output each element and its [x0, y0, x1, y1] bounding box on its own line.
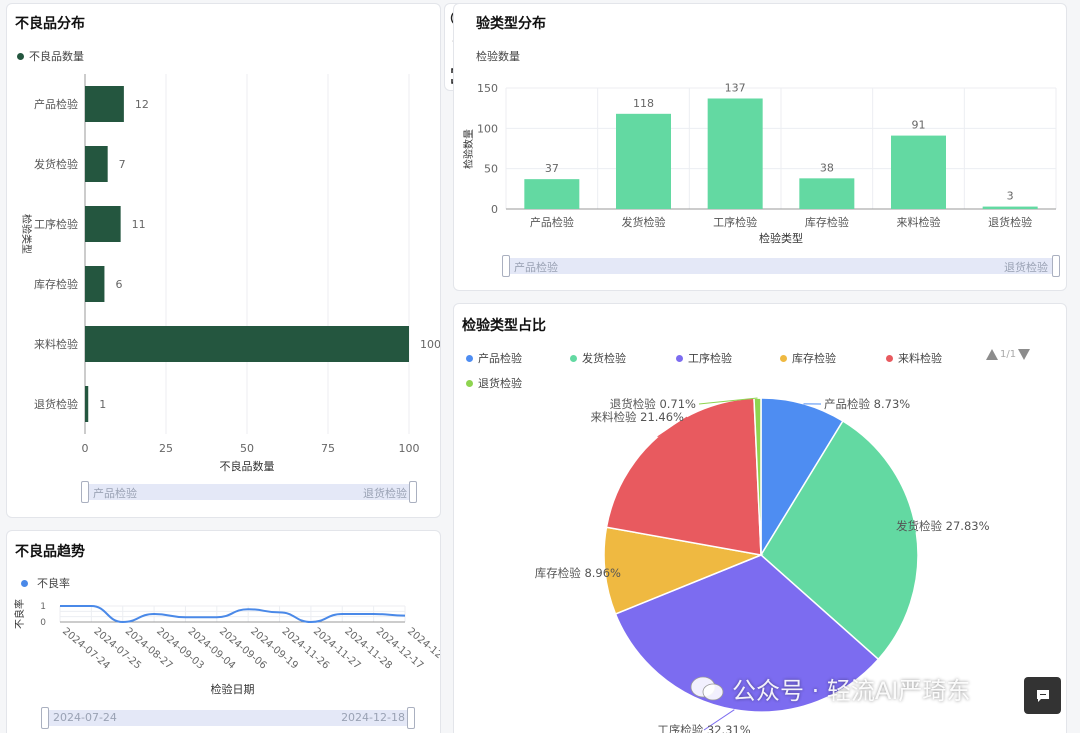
bar-value-label: 37: [545, 162, 559, 175]
y-axis-title: 检验类型: [20, 214, 33, 254]
trend-line-chart: 012024-07-242024-07-252024-08-272024-09-…: [13, 599, 440, 696]
y-tick-label: 50: [484, 163, 498, 176]
slider-handle-start[interactable]: [41, 707, 49, 729]
pie-slice-label: 退货检验 0.71%: [610, 397, 696, 411]
bar-value-label: 6: [115, 278, 122, 291]
bar-value-label: 3: [1007, 190, 1014, 203]
pie-slice-label: 发货检验 27.83%: [896, 519, 990, 533]
y-tick-label: 发货检验: [34, 157, 78, 171]
defect-bar[interactable]: [85, 146, 108, 182]
chat-icon: [1036, 689, 1049, 702]
defect-bar[interactable]: [85, 266, 105, 302]
y-tick-label: 来料检验: [34, 337, 78, 351]
x-tick-label: 工序检验: [713, 215, 757, 229]
slider-handle-start[interactable]: [81, 481, 89, 503]
defect-bar[interactable]: [85, 206, 121, 242]
bar-value-label: 118: [633, 97, 654, 110]
slider-handle-end[interactable]: [407, 707, 415, 729]
y-axis-title: 不良率: [13, 599, 26, 629]
bar-value-label: 11: [132, 218, 146, 231]
y-tick-label: 0: [40, 618, 46, 628]
type-bar-chart: 0 50 100 150 37 产品检验 118 发货检验 137 工序检验 38 库存检验 91 来料检…: [462, 81, 1057, 245]
y-axis-title: 检验数量: [462, 129, 475, 169]
x-tick-label: 来料检验: [897, 215, 941, 229]
y-tick-label: 产品检验: [34, 97, 78, 111]
x-tick-label: 25: [159, 442, 173, 455]
x-tick-label: 库存检验: [805, 215, 849, 229]
trend-line[interactable]: [59, 605, 406, 624]
slider-end-label: 2024-12-18: [341, 711, 405, 724]
y-tick-label: 退货检验: [34, 397, 78, 411]
y-tick-label: 1: [40, 602, 46, 612]
x-tick-label: 发货检验: [622, 215, 666, 229]
x-tick-label: 100: [399, 442, 420, 455]
slider-start-label: 产品检验: [93, 487, 137, 500]
type-bar[interactable]: [891, 135, 946, 209]
x-tick-label: 50: [240, 442, 254, 455]
type-datazoom-slider[interactable]: 产品检验 退货检验: [502, 255, 1060, 277]
slider-start-label: 产品检验: [514, 261, 558, 274]
y-tick-label: 150: [477, 82, 498, 95]
y-tick-label: 100: [477, 122, 498, 135]
defect-trend-card: 不良品趋势 不良率 0 1 2024-07-24 2024-07-25 2024-08-…: [6, 530, 441, 733]
pie-slice-label: 工序检验 32.31%: [657, 723, 751, 733]
defect-bar[interactable]: [85, 386, 89, 422]
type-bar[interactable]: [524, 179, 580, 209]
x-tick-label: 退货检验: [988, 215, 1032, 229]
defect-datazoom-slider[interactable]: 产品检验 退货检验: [81, 481, 417, 503]
bar-value-label: 137: [725, 81, 746, 94]
slider-handle-end[interactable]: [409, 481, 417, 503]
bar-value-label: 38: [820, 161, 834, 174]
wechat-icon: [690, 676, 724, 700]
x-axis-title: 检验类型: [759, 231, 803, 245]
y-tick-label: 库存检验: [34, 277, 78, 291]
type-bar[interactable]: [799, 178, 855, 209]
bar-value-label: 91: [912, 119, 926, 132]
inspection-share-card: 检验类型占比 产品检验 发货检验 工序检验 库存检验 来料检验 退货检验 1/1 产品检验…: [453, 303, 1067, 733]
pie-slice-label: 产品检验 8.73%: [824, 397, 910, 411]
slider-end-label: 退货检验: [363, 487, 407, 500]
bar-value-label: 12: [135, 98, 149, 111]
defect-bar[interactable]: [85, 326, 409, 362]
slider-handle-end[interactable]: [1052, 255, 1060, 277]
defect-distribution-card: 不良品分布 不良品数量 0 25 50 75 100 产品检验 12 发货检验 7 工序检验 11 库…: [6, 3, 441, 518]
y-tick-label: 工序检验: [34, 217, 78, 231]
inspection-type-card: 验类型分布 检验数量 0 50 100 150 37 产品检验 118 发货检验 137 工序检验…: [453, 3, 1067, 291]
watermark: 公众号 · 轻流AI严琦东: [690, 671, 970, 706]
trend-datazoom-slider[interactable]: 2024-07-24 2024-12-18: [41, 707, 415, 729]
x-tick-label: 75: [321, 442, 335, 455]
x-axis-title: 检验日期: [211, 682, 255, 696]
type-bar[interactable]: [707, 98, 763, 209]
x-tick-label: 0: [82, 442, 89, 455]
bar-value-label: 7: [119, 158, 126, 171]
defect-bar-chart: 0 25 50 75 100 产品检验 12 发货检验 7 工序检验 11 库存检验 6 来料检验 100 退…: [20, 74, 441, 473]
bar-value-label: 1: [99, 398, 106, 411]
slider-end-label: 退货检验: [1004, 261, 1048, 274]
watermark-text: 公众号 · 轻流AI严琦东: [732, 677, 971, 705]
defect-bar[interactable]: [85, 86, 124, 122]
y-tick-label: 0: [491, 203, 498, 216]
pie-chart: 产品检验 8.73% 发货检验 27.83% 工序检验 32.31% 库存检验 8.9…: [535, 397, 990, 733]
type-bar[interactable]: [982, 206, 1038, 209]
x-tick-label: 产品检验: [530, 215, 574, 229]
chat-button[interactable]: [1024, 677, 1061, 714]
pie-slice-label: 库存检验 8.96%: [535, 566, 621, 580]
pie-slice-label: 来料检验 21.46%: [590, 410, 684, 424]
x-axis-title: 不良品数量: [220, 459, 275, 473]
slider-start-label: 2024-07-24: [53, 711, 117, 724]
bar-value-label: 100: [420, 338, 441, 351]
slider-handle-start[interactable]: [502, 255, 510, 277]
type-bar[interactable]: [616, 113, 671, 209]
